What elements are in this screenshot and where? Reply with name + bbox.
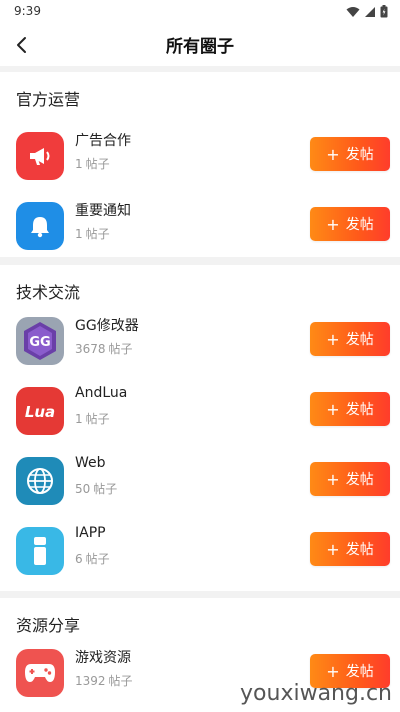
globe-icon: [16, 457, 64, 505]
gamepad-icon: [16, 649, 64, 697]
list-item[interactable]: Web 50 帖子 + 发帖: [0, 447, 400, 517]
circle-name: 广告合作: [75, 133, 131, 149]
post-count: 1 帖子: [75, 412, 110, 426]
post-button[interactable]: + 发帖: [310, 392, 390, 426]
svg-text:GG: GG: [29, 335, 50, 350]
info-i-icon: [16, 527, 64, 575]
section-tech: 技术交流 GG GG修改器 3678 帖子 + 发帖 Lua AndLua 1 帖子 …: [0, 265, 400, 591]
app-bar: 所有圈子: [0, 24, 400, 66]
post-count: 6 帖子: [75, 552, 110, 566]
status-icons: [346, 5, 388, 18]
section-title: 资源分享: [16, 616, 81, 635]
circle-name: 游戏资源: [75, 650, 131, 666]
post-button[interactable]: + 发帖: [310, 207, 390, 241]
battery-icon: [380, 5, 388, 18]
post-count: 1 帖子: [75, 227, 110, 241]
post-count: 50 帖子: [75, 482, 118, 496]
gg-logo-icon: GG: [16, 317, 64, 365]
circle-name: AndLua: [75, 385, 128, 401]
signal-icon: [365, 6, 375, 17]
svg-text:Lua: Lua: [25, 403, 55, 421]
circle-name: 重要通知: [75, 203, 131, 219]
list-item[interactable]: 重要通知 1 帖子 + 发帖: [0, 192, 400, 262]
section-official: 官方运营 广告合作 1 帖子 + 发帖 重要通知 1 帖子 + 发帖: [0, 72, 400, 257]
post-count: 3678 帖子: [75, 342, 133, 356]
lua-logo-icon: Lua: [16, 387, 64, 435]
post-button[interactable]: + 发帖: [310, 462, 390, 496]
list-item[interactable]: IAPP 6 帖子 + 发帖: [0, 517, 400, 587]
section-title: 技术交流: [16, 283, 81, 302]
circle-name: GG修改器: [75, 318, 139, 334]
circle-name: IAPP: [75, 525, 106, 541]
status-time: 9:39: [14, 4, 41, 18]
bell-icon: [16, 202, 64, 250]
list-item[interactable]: GG GG修改器 3678 帖子 + 发帖: [0, 307, 400, 377]
status-bar: 9:39: [0, 0, 400, 24]
circle-name: Web: [75, 455, 106, 471]
list-item[interactable]: Lua AndLua 1 帖子 + 发帖: [0, 377, 400, 447]
wifi-icon: [346, 6, 360, 17]
post-count: 1392 帖子: [75, 674, 133, 688]
post-button[interactable]: + 发帖: [310, 322, 390, 356]
megaphone-icon: [16, 132, 64, 180]
post-button[interactable]: + 发帖: [310, 137, 390, 171]
page-title: 所有圈子: [166, 37, 234, 57]
post-button[interactable]: + 发帖: [310, 532, 390, 566]
watermark-text: youxiwang.cn: [240, 681, 392, 706]
list-item[interactable]: 广告合作 1 帖子 + 发帖: [0, 122, 400, 192]
section-title: 官方运营: [16, 90, 81, 109]
post-count: 1 帖子: [75, 157, 110, 171]
